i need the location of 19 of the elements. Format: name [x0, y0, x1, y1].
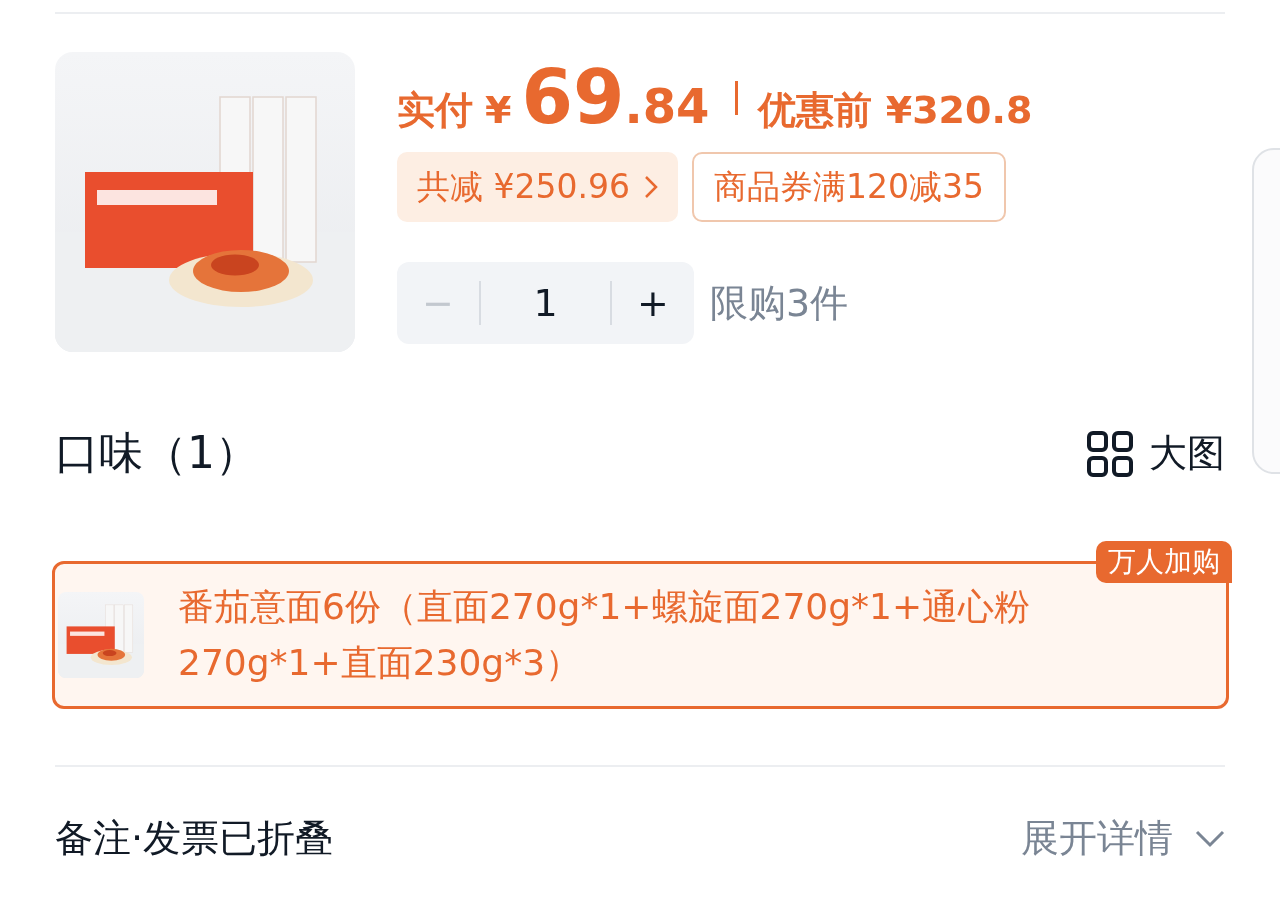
remarks-label: 备注·发票已折叠: [55, 815, 334, 862]
price-decimal: .84: [624, 78, 710, 134]
option-label: 番茄意面6份（直面270g*1+螺旋面270g*1+通心粉270g*1+直面230g*3）: [178, 585, 1032, 685]
increment-button[interactable]: +: [612, 281, 694, 325]
discount-total-button[interactable]: 共减 ¥250.96: [397, 152, 678, 222]
expand-details-button[interactable]: 展开详情: [1021, 813, 1225, 864]
popularity-badge: 万人加购: [1096, 541, 1232, 583]
quantity-value: 1: [532, 281, 559, 325]
price-label: 实付: [397, 87, 473, 134]
coupon-tag: 商品券满120减35: [691, 152, 1006, 222]
large-view-toggle[interactable]: 大图: [1087, 428, 1225, 479]
price-integer: 69: [521, 54, 625, 140]
chevron-right-icon: [643, 175, 658, 199]
purchase-limit: 限购3件: [710, 279, 849, 327]
currency-symbol: ¥: [485, 88, 512, 132]
original-price: 优惠前 ¥320.8: [758, 87, 1033, 134]
grid-icon: [1087, 430, 1133, 477]
chevron-down-icon: [1195, 829, 1225, 848]
section-title: 口味（1）: [55, 426, 259, 480]
